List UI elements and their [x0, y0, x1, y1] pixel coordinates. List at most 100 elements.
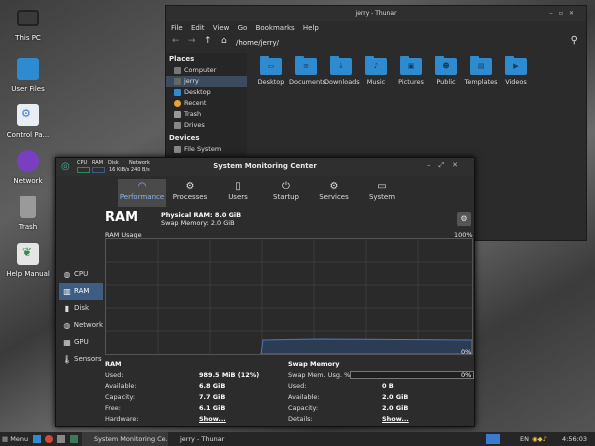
sidebar-item-gpu[interactable]: ▦ GPU: [59, 334, 103, 351]
sidebar-item-ram[interactable]: ▥ RAM: [59, 283, 103, 300]
menu-view[interactable]: View: [213, 24, 230, 32]
sidebar-item-jerry[interactable]: jerry: [166, 76, 247, 87]
menu-edit[interactable]: Edit: [191, 24, 205, 32]
sidebar-item-recent[interactable]: Recent: [166, 98, 247, 109]
desktop-icon-trash[interactable]: Trash: [3, 196, 53, 231]
pictures-folder-icon: ▣: [400, 56, 422, 75]
sidebar-item-disk[interactable]: ▮ Disk: [59, 300, 103, 317]
ram-capacity-value: 7.7 GiB: [199, 393, 226, 401]
app-launcher-icon[interactable]: [70, 435, 78, 443]
smc-titlebar[interactable]: ◎ CPU RAM Disk Network 16 KiB/s 240 B/s …: [56, 158, 474, 176]
desktop-icon-help-manual[interactable]: ❦ Help Manual: [3, 243, 53, 278]
mouse-icon: ▯: [235, 181, 241, 192]
desktop-icon-control-panel[interactable]: ⚙ Control Pa...: [3, 104, 53, 139]
folder-documents[interactable]: ≡ Documents: [289, 56, 326, 86]
sidebar-label: Disk: [74, 304, 90, 312]
folder-templates[interactable]: ▤ Templates: [464, 56, 498, 86]
network-globe-icon: [17, 150, 39, 172]
file-manager-launcher-icon[interactable]: [33, 435, 41, 443]
sidebar-item-cpu[interactable]: ◍ CPU: [59, 266, 103, 283]
tab-startup[interactable]: ⏻ Startup: [262, 179, 310, 207]
ram-hardware-label: Hardware:: [105, 415, 139, 423]
search-icon[interactable]: ⚲: [571, 35, 578, 46]
back-arrow-icon[interactable]: ←: [172, 36, 180, 46]
browser-launcher-icon[interactable]: [45, 435, 53, 443]
keyboard-language[interactable]: EN: [520, 432, 529, 446]
sidebar-item-sensors[interactable]: 🌡 Sensors: [59, 351, 103, 368]
cpu-globe-icon: ◍: [63, 270, 71, 279]
tray-status-icons[interactable]: ◉◆♪: [532, 432, 547, 446]
control-panel-icon: ⚙: [17, 104, 39, 126]
documents-folder-icon: ≡: [295, 56, 317, 75]
folder-music[interactable]: ♪ Music: [359, 56, 393, 86]
sidebar-item-file-system[interactable]: File System: [166, 144, 247, 155]
swap-details-link[interactable]: Show...: [382, 415, 409, 423]
home-icon[interactable]: ⌂: [221, 36, 227, 46]
sidebar-label: RAM: [74, 287, 90, 295]
sidebar-item-computer[interactable]: Computer: [166, 65, 247, 76]
sidebar-label: CPU: [74, 270, 89, 278]
terminal-launcher-icon[interactable]: [57, 435, 65, 443]
folder-public[interactable]: ☻ Public: [429, 56, 463, 86]
thunar-titlebar[interactable]: jerry - Thunar ‒▫✕: [166, 6, 586, 21]
up-arrow-icon[interactable]: ↑: [204, 36, 212, 46]
menu-file[interactable]: File: [171, 24, 183, 32]
menu-button[interactable]: ▦ Menu: [2, 432, 28, 446]
ram-hardware-link[interactable]: Show...: [199, 415, 226, 423]
sidebar-label: Drives: [184, 121, 205, 129]
sidebar-item-desktop[interactable]: Desktop: [166, 87, 247, 98]
taskbar-task-smc[interactable]: System Monitoring Ce...: [82, 432, 168, 446]
menu-help[interactable]: Help: [303, 24, 319, 32]
tab-users[interactable]: ▯ Users: [214, 179, 262, 207]
swap-capacity-value: 2.0 GiB: [382, 404, 409, 412]
tab-system[interactable]: ▭ System: [358, 179, 406, 207]
sidebar-label: GPU: [74, 338, 89, 346]
sidebar-item-network[interactable]: ◍ Network: [59, 317, 103, 334]
swap-usage-label: Swap Mem. Usg. %:: [288, 371, 353, 379]
sidebar-label: Computer: [184, 66, 217, 74]
swap-available-label: Available:: [288, 393, 320, 401]
desktop-icon-user-files[interactable]: User Files: [3, 58, 53, 93]
swap-usage-bar: [350, 371, 474, 379]
smc-title: System Monitoring Center: [213, 162, 317, 170]
ram-used-value: 989.5 MiB (12%): [199, 371, 260, 379]
monitor-icon: [17, 10, 39, 26]
tab-services[interactable]: ⚙ Services: [310, 179, 358, 207]
menu-bookmarks[interactable]: Bookmarks: [256, 24, 295, 32]
folder-downloads[interactable]: ↓ Downloads: [324, 56, 360, 86]
folder-videos[interactable]: ▶ Videos: [499, 56, 533, 86]
menu-go[interactable]: Go: [238, 24, 248, 32]
tab-processes[interactable]: ⚙ Processes: [166, 179, 214, 207]
performance-sidebar: ◍ CPU ▥ RAM ▮ Disk ◍ Network ▦ GPU 🌡 Sensors: [59, 266, 103, 368]
window-controls[interactable]: –⤢✕: [427, 161, 466, 170]
folder-pictures[interactable]: ▣ Pictures: [394, 56, 428, 86]
desktop-icon-this-pc[interactable]: This PC: [3, 10, 53, 42]
forward-arrow-icon[interactable]: →: [188, 36, 196, 46]
folder-label: Downloads: [324, 78, 360, 86]
sidebar-item-drives[interactable]: Drives: [166, 120, 247, 131]
settings-gear-icon[interactable]: ⚙: [457, 212, 471, 226]
search-icon[interactable]: [486, 434, 500, 444]
swap-usage-value: 0%: [461, 371, 472, 379]
location-path[interactable]: /home/jerry/: [236, 37, 279, 49]
task-label: System Monitoring Ce...: [94, 435, 168, 443]
disk-icon: ▮: [64, 304, 70, 313]
thunar-toolbar: ← → ↑ ⌂ /home/jerry/ ⚲: [166, 35, 586, 51]
folder-label: Videos: [505, 78, 527, 86]
swap-details-label: Details:: [288, 415, 313, 423]
tab-label: Users: [228, 193, 248, 201]
clock[interactable]: 4:56:03 pm: [562, 432, 595, 446]
sidebar-label: Desktop: [184, 88, 211, 96]
taskbar: ▦ Menu System Monitoring Ce... jerry - T…: [0, 432, 595, 446]
folder-label: Pictures: [398, 78, 424, 86]
window-controls[interactable]: ‒▫✕: [549, 6, 580, 21]
ram-usage-area: [260, 338, 472, 354]
sidebar-label: jerry: [184, 77, 199, 85]
tab-performance[interactable]: ◠ Performance: [118, 179, 166, 207]
taskbar-task-thunar[interactable]: jerry - Thunar: [172, 432, 224, 446]
desktop-icon-network[interactable]: Network: [3, 150, 53, 185]
folder-desktop[interactable]: ▭ Desktop: [254, 56, 288, 86]
sidebar-item-trash[interactable]: Trash: [166, 109, 247, 120]
folder-label: Public: [436, 78, 456, 86]
thunar-title: jerry - Thunar: [355, 10, 397, 17]
